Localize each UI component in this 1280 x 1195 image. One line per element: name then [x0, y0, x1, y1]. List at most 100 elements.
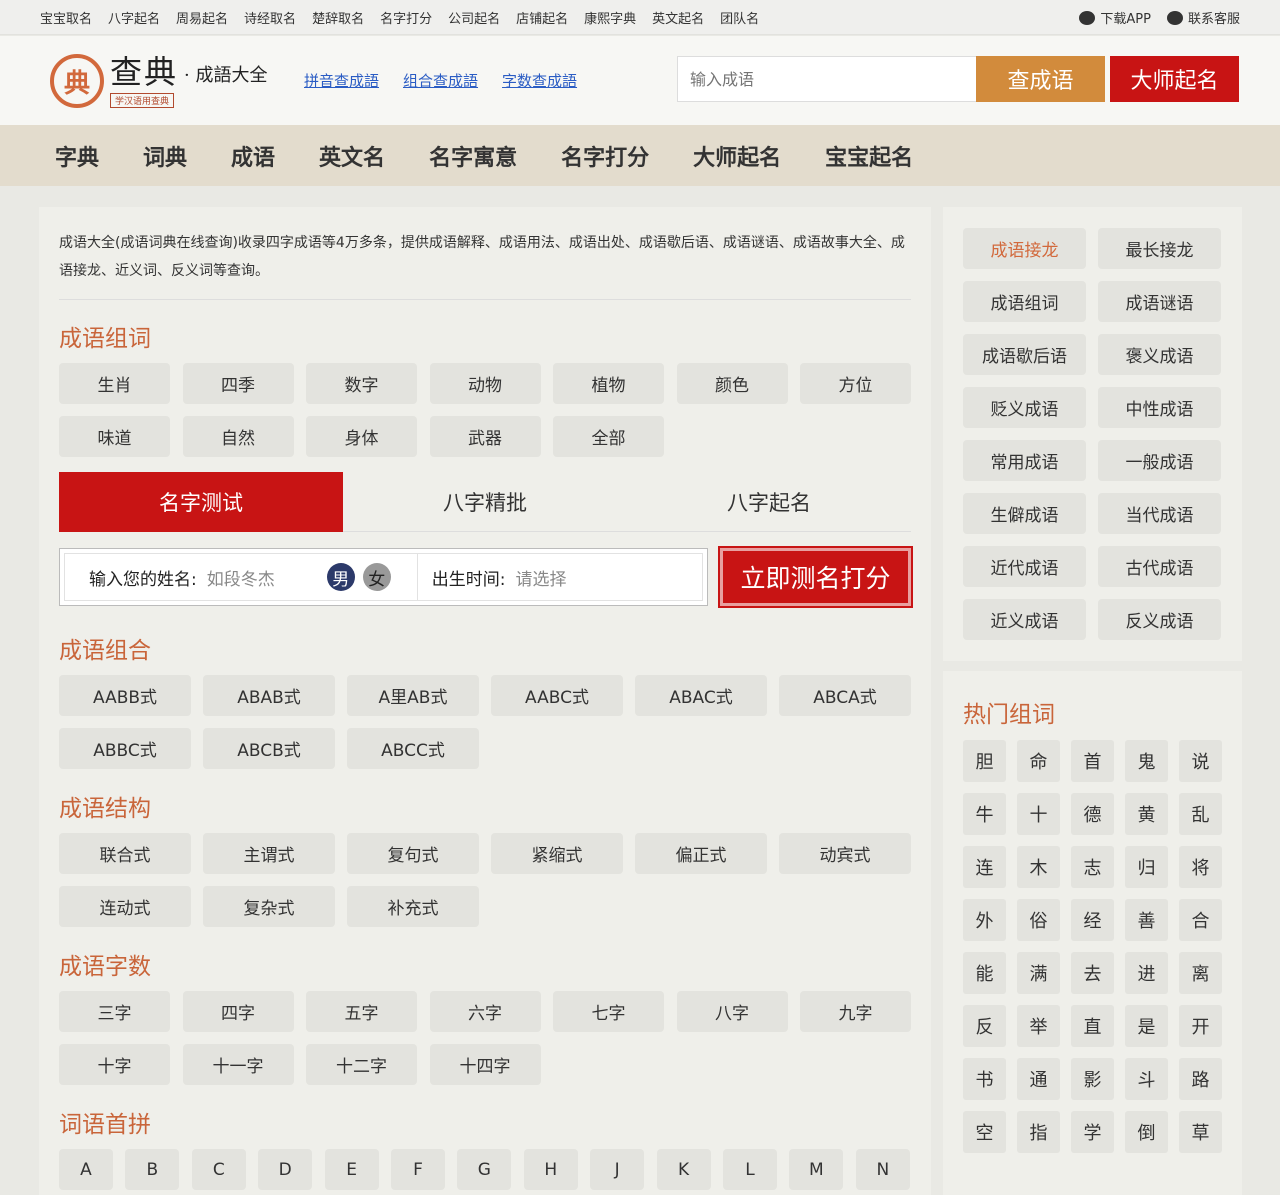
hot-char[interactable]: 将 [1179, 846, 1222, 888]
idiom-combo-tag[interactable]: ABAB式 [203, 675, 335, 716]
nav-item[interactable]: 宝宝起名 [825, 140, 913, 172]
hot-char[interactable]: 善 [1125, 899, 1168, 941]
pinyin-letter-tag[interactable]: C [191, 1149, 246, 1190]
birth-time-select[interactable]: 请选择 [515, 565, 566, 590]
header-link-pinyin[interactable]: 拼音查成語 [304, 70, 379, 91]
idiom-structure-tag[interactable]: 紧缩式 [491, 833, 623, 874]
hot-char[interactable]: 能 [963, 952, 1006, 994]
submit-name-test-button[interactable]: 立即测名打分 [718, 546, 913, 608]
gender-male-radio[interactable]: 男 [326, 563, 355, 591]
hot-char[interactable]: 开 [1179, 1005, 1222, 1047]
hot-char[interactable]: 胆 [963, 740, 1006, 782]
hot-char[interactable]: 举 [1017, 1005, 1060, 1047]
top-link[interactable]: 英文起名 [652, 8, 704, 27]
idiom-group-tag[interactable]: 植物 [553, 363, 664, 404]
pinyin-letter-tag[interactable]: M [789, 1149, 844, 1190]
hot-char[interactable]: 经 [1071, 899, 1114, 941]
sidebar-link[interactable]: 成语接龙 [963, 228, 1086, 269]
header-link-combo[interactable]: 组合查成語 [403, 70, 478, 91]
sidebar-link[interactable]: 近代成语 [963, 546, 1086, 587]
pinyin-letter-tag[interactable]: D [258, 1149, 313, 1190]
pinyin-letter-tag[interactable]: B [125, 1149, 180, 1190]
sidebar-link[interactable]: 最长接龙 [1098, 228, 1221, 269]
tab-name-test[interactable]: 名字测试 [59, 472, 343, 532]
hot-char[interactable]: 鬼 [1125, 740, 1168, 782]
hot-char[interactable]: 说 [1179, 740, 1222, 782]
hot-char[interactable]: 进 [1125, 952, 1168, 994]
hot-char[interactable]: 合 [1179, 899, 1222, 941]
hot-char[interactable]: 木 [1017, 846, 1060, 888]
nav-item[interactable]: 英文名 [319, 140, 385, 172]
sidebar-link[interactable]: 中性成语 [1098, 387, 1221, 428]
hot-char[interactable]: 乱 [1179, 793, 1222, 835]
top-link[interactable]: 楚辞取名 [312, 8, 364, 27]
top-link[interactable]: 诗经取名 [244, 8, 296, 27]
nav-item[interactable]: 成语 [231, 140, 275, 172]
pinyin-letter-tag[interactable]: L [723, 1149, 777, 1190]
idiom-group-tag[interactable]: 生肖 [59, 363, 170, 404]
hot-char[interactable]: 首 [1071, 740, 1114, 782]
search-input[interactable] [690, 69, 970, 89]
top-link[interactable]: 名字打分 [380, 8, 432, 27]
hot-char[interactable]: 俗 [1017, 899, 1060, 941]
idiom-group-tag[interactable]: 四季 [182, 363, 294, 404]
idiom-count-tag[interactable]: 十一字 [182, 1044, 294, 1085]
nav-item[interactable]: 字典 [55, 140, 99, 172]
idiom-count-tag[interactable]: 九字 [800, 991, 911, 1032]
sidebar-link[interactable]: 近义成语 [963, 599, 1086, 640]
idiom-count-tag[interactable]: 四字 [182, 991, 294, 1032]
hot-char[interactable]: 黄 [1125, 793, 1168, 835]
top-link[interactable]: 宝宝取名 [40, 8, 92, 27]
idiom-count-tag[interactable]: 三字 [59, 991, 170, 1032]
hot-char[interactable]: 影 [1071, 1058, 1114, 1100]
idiom-combo-tag[interactable]: ABAC式 [635, 675, 767, 716]
gender-female-radio[interactable]: 女 [362, 563, 391, 591]
hot-char[interactable]: 外 [963, 899, 1006, 941]
hot-char[interactable]: 去 [1071, 952, 1114, 994]
idiom-count-tag[interactable]: 六字 [429, 991, 541, 1032]
sidebar-link[interactable]: 古代成语 [1098, 546, 1221, 587]
hot-char[interactable]: 路 [1179, 1058, 1222, 1100]
idiom-group-tag[interactable]: 武器 [429, 416, 541, 457]
hot-char[interactable]: 满 [1017, 952, 1060, 994]
top-link[interactable]: 八字起名 [108, 8, 160, 27]
sidebar-link[interactable]: 常用成语 [963, 440, 1086, 481]
name-input[interactable]: 如段冬杰 [207, 565, 319, 590]
download-app-link[interactable]: 下载APP [1079, 8, 1151, 27]
pinyin-letter-tag[interactable]: H [523, 1149, 578, 1190]
sidebar-link[interactable]: 褒义成语 [1098, 334, 1221, 375]
hot-char[interactable]: 志 [1071, 846, 1114, 888]
idiom-structure-tag[interactable]: 偏正式 [635, 833, 767, 874]
idiom-count-tag[interactable]: 十四字 [429, 1044, 541, 1085]
master-naming-button[interactable]: 大师起名 [1110, 56, 1239, 102]
idiom-structure-tag[interactable]: 连动式 [59, 886, 191, 927]
idiom-group-tag[interactable]: 方位 [800, 363, 911, 404]
pinyin-letter-tag[interactable]: F [391, 1149, 445, 1190]
idiom-count-tag[interactable]: 五字 [306, 991, 417, 1032]
top-link[interactable]: 团队名 [720, 8, 759, 27]
pinyin-letter-tag[interactable]: A [59, 1149, 113, 1190]
top-link[interactable]: 公司起名 [448, 8, 500, 27]
hot-char[interactable]: 草 [1179, 1111, 1222, 1153]
idiom-group-tag[interactable]: 味道 [59, 416, 170, 457]
tab-bazi-reading[interactable]: 八字精批 [343, 472, 627, 532]
idiom-count-tag[interactable]: 十二字 [306, 1044, 417, 1085]
idiom-count-tag[interactable]: 十字 [59, 1044, 170, 1085]
idiom-combo-tag[interactable]: ABCA式 [779, 675, 911, 716]
top-link[interactable]: 周易起名 [176, 8, 228, 27]
pinyin-letter-tag[interactable]: G [457, 1149, 512, 1190]
nav-item[interactable]: 名字打分 [561, 140, 649, 172]
hot-char[interactable]: 指 [1017, 1111, 1060, 1153]
idiom-combo-tag[interactable]: A里AB式 [347, 675, 479, 716]
search-button[interactable]: 查成语 [976, 56, 1105, 102]
hot-char[interactable]: 反 [963, 1005, 1006, 1047]
hot-char[interactable]: 德 [1071, 793, 1114, 835]
idiom-structure-tag[interactable]: 复句式 [347, 833, 479, 874]
nav-item[interactable]: 名字寓意 [429, 140, 517, 172]
pinyin-letter-tag[interactable]: E [324, 1149, 379, 1190]
idiom-count-tag[interactable]: 七字 [553, 991, 664, 1032]
hot-char[interactable]: 斗 [1125, 1058, 1168, 1100]
idiom-structure-tag[interactable]: 主谓式 [203, 833, 335, 874]
tab-bazi-naming[interactable]: 八字起名 [627, 472, 911, 532]
idiom-structure-tag[interactable]: 复杂式 [203, 886, 335, 927]
